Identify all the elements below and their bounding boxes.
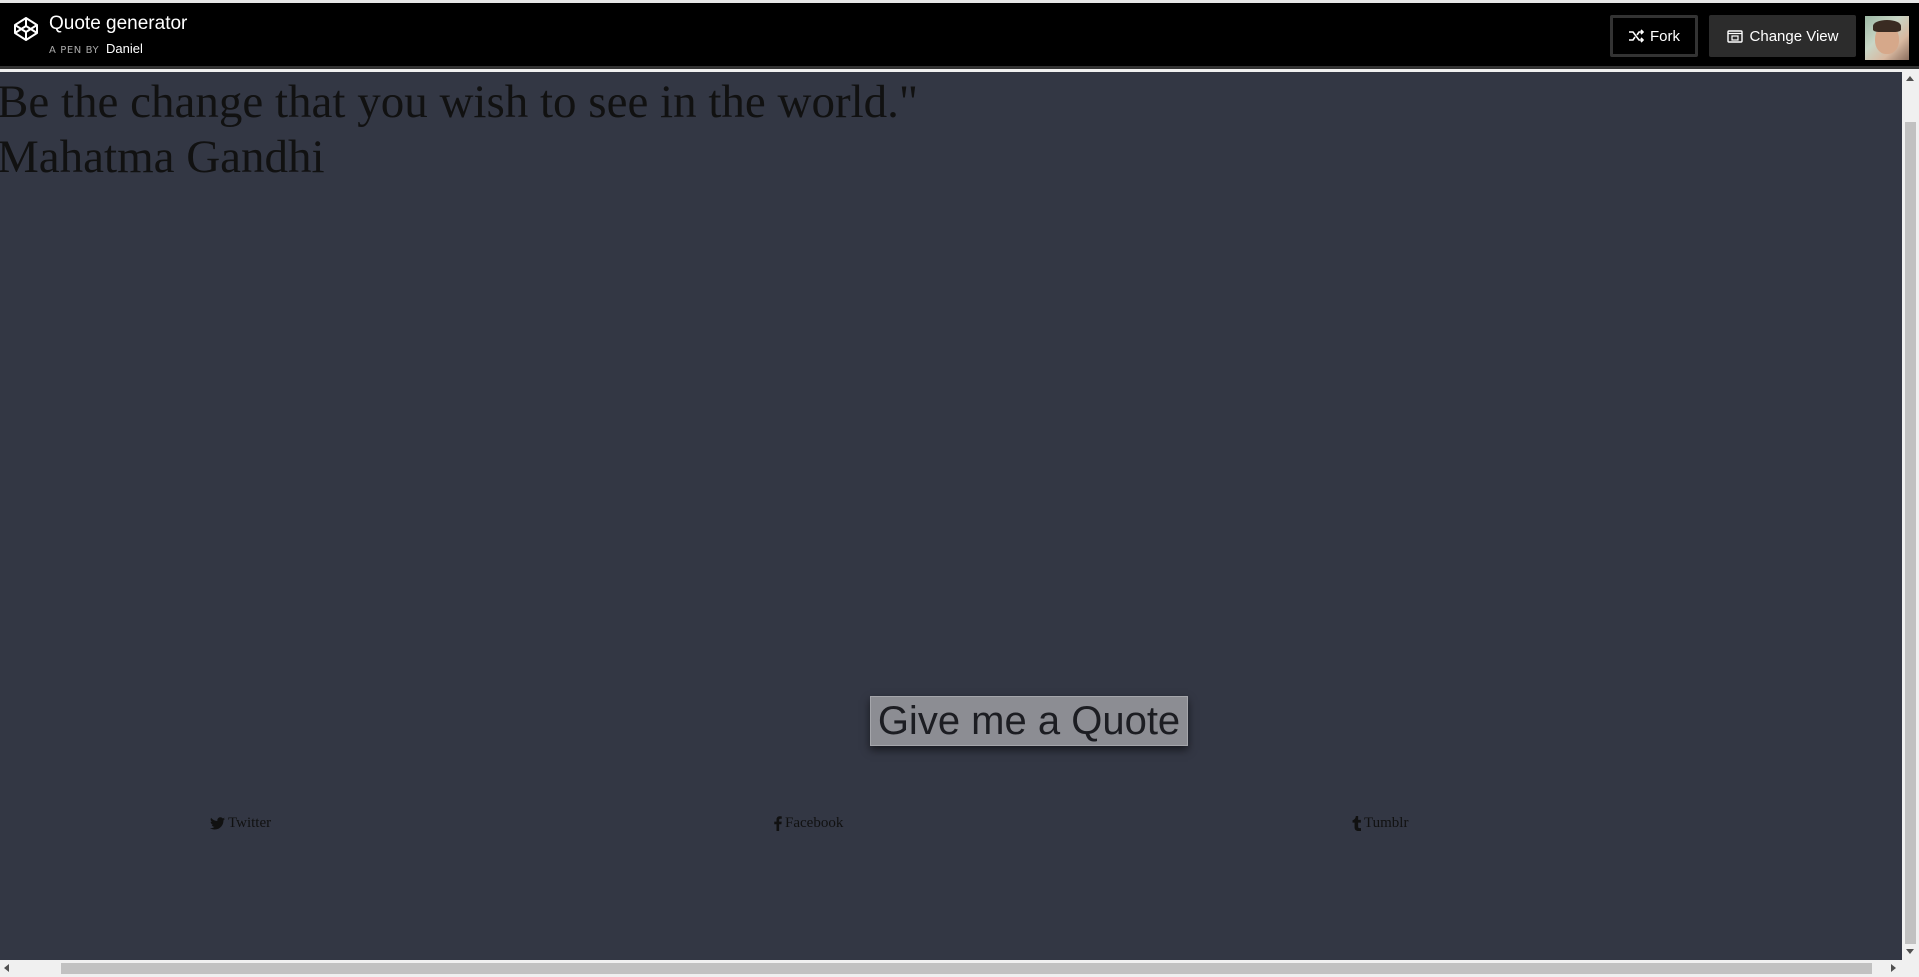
fork-button[interactable]: Fork	[1610, 15, 1698, 57]
facebook-icon	[774, 816, 782, 831]
horizontal-scroll-thumb[interactable]	[61, 963, 1872, 974]
quote-author: Mahatma Gandhi	[0, 131, 325, 183]
byline-prefix: A PEN BY	[49, 45, 100, 56]
scroll-up-arrow-icon[interactable]	[1906, 76, 1914, 81]
facebook-link[interactable]: Facebook	[774, 815, 843, 832]
fork-label: Fork	[1650, 27, 1680, 45]
scroll-left-arrow-icon[interactable]	[4, 964, 9, 972]
vertical-scrollbar[interactable]	[1902, 72, 1919, 960]
pen-byline: A PEN BY Daniel	[49, 41, 143, 56]
fork-icon	[1629, 29, 1644, 43]
tumblr-link[interactable]: Tumblr	[1352, 815, 1408, 832]
horizontal-scrollbar[interactable]	[0, 960, 1902, 977]
change-view-icon	[1726, 29, 1743, 43]
tumblr-icon	[1352, 816, 1361, 831]
scroll-right-arrow-icon[interactable]	[1891, 964, 1896, 972]
twitter-icon	[210, 817, 225, 830]
quote-text: Be the change that you wish to see in th…	[0, 76, 919, 128]
author-link[interactable]: Daniel	[106, 41, 143, 56]
change-view-label: Change View	[1749, 27, 1839, 45]
facebook-label: Facebook	[785, 815, 844, 831]
codepen-header: Quote generator A PEN BY Daniel Fork Cha…	[0, 3, 1919, 69]
change-view-button[interactable]: Change View	[1709, 15, 1856, 57]
twitter-label: Twitter	[228, 815, 272, 831]
tumblr-label: Tumblr	[1364, 815, 1409, 831]
codepen-logo-icon[interactable]	[12, 15, 40, 43]
vertical-scroll-thumb[interactable]	[1905, 122, 1916, 944]
pen-preview: Be the change that you wish to see in th…	[0, 72, 1902, 960]
avatar-hair	[1873, 20, 1901, 32]
pen-title: Quote generator	[49, 13, 188, 34]
give-quote-button[interactable]: Give me a Quote	[870, 696, 1188, 746]
scrollbar-corner	[1902, 960, 1919, 977]
scroll-down-arrow-icon[interactable]	[1906, 949, 1914, 954]
user-avatar[interactable]	[1865, 16, 1909, 60]
twitter-link[interactable]: Twitter	[210, 815, 271, 832]
